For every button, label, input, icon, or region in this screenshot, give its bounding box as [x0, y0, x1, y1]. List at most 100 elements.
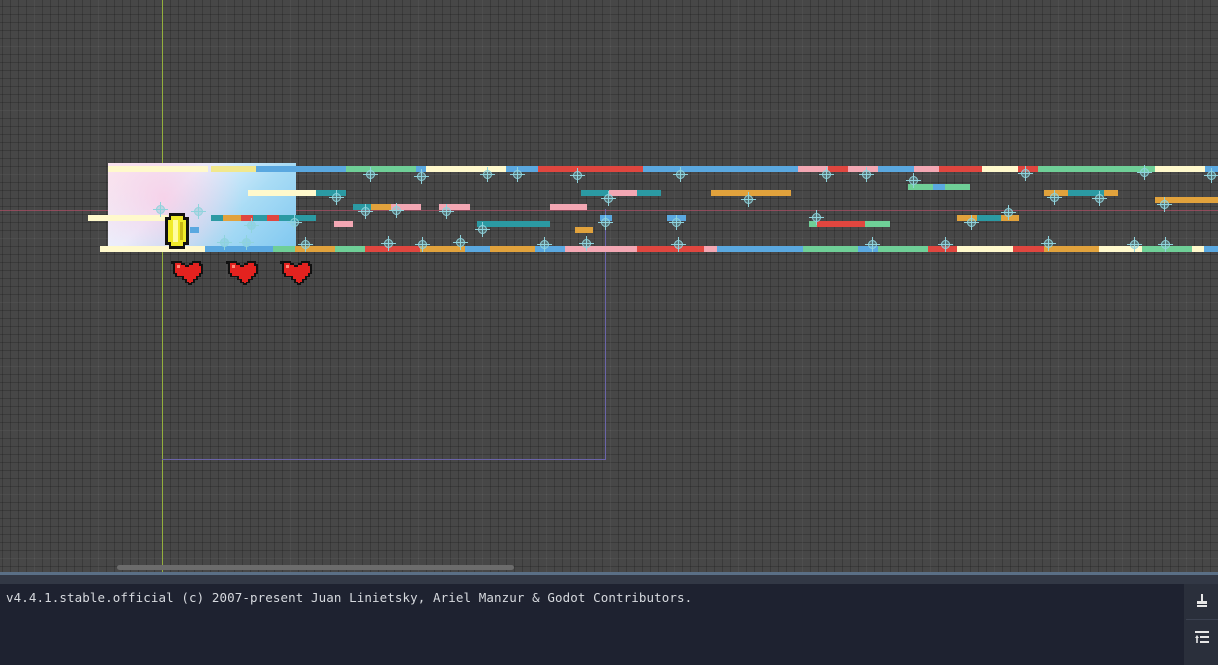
node-position-marker[interactable]	[579, 236, 594, 251]
platform-tile[interactable]	[828, 166, 848, 172]
node-position-marker[interactable]	[191, 204, 206, 219]
platform-tile[interactable]	[365, 246, 420, 252]
node-position-marker[interactable]	[741, 192, 756, 207]
node-position-marker[interactable]	[964, 215, 979, 230]
node-position-marker[interactable]	[859, 167, 874, 182]
clear-output-button[interactable]	[1186, 584, 1218, 618]
node-position-marker[interactable]	[865, 237, 880, 252]
platform-tile[interactable]	[550, 204, 587, 210]
platform-tile[interactable]	[223, 215, 241, 221]
platform-tile[interactable]	[316, 190, 346, 196]
node-position-marker[interactable]	[1092, 191, 1107, 206]
node-position-marker[interactable]	[598, 215, 613, 230]
platform-tile[interactable]	[817, 221, 865, 227]
node-position-marker[interactable]	[1157, 197, 1172, 212]
platform-tile[interactable]	[273, 246, 295, 252]
node-position-marker[interactable]	[1137, 165, 1152, 180]
platform-tile[interactable]	[205, 246, 273, 252]
canvas-viewport[interactable]	[0, 0, 1218, 572]
platform-tile[interactable]	[565, 246, 637, 252]
platform-tile[interactable]	[535, 246, 565, 252]
platform-tile[interactable]	[1104, 190, 1118, 196]
platform-tile[interactable]	[267, 215, 279, 221]
platform-tile[interactable]	[506, 166, 538, 172]
node-position-marker[interactable]	[329, 190, 344, 205]
platform-tile[interactable]	[609, 190, 637, 196]
platform-tile[interactable]	[878, 246, 928, 252]
platform-tile[interactable]	[982, 166, 1018, 172]
filter-messages-button[interactable]	[1186, 619, 1218, 654]
platform-tile[interactable]	[1044, 246, 1099, 252]
platform-tile[interactable]	[346, 166, 416, 172]
platform-tile[interactable]	[637, 190, 661, 196]
platform-tile[interactable]	[538, 166, 643, 172]
platform-tile[interactable]	[1013, 246, 1044, 252]
node-position-marker[interactable]	[415, 237, 430, 252]
background-sprite[interactable]	[108, 163, 296, 252]
node-position-marker[interactable]	[1001, 205, 1016, 220]
node-position-marker[interactable]	[809, 210, 824, 225]
platform-tile[interactable]	[477, 221, 550, 227]
platform-tile[interactable]	[190, 227, 199, 233]
node-position-marker[interactable]	[381, 236, 396, 251]
platform-tile[interactable]	[945, 184, 970, 190]
node-position-marker[interactable]	[475, 222, 490, 237]
node-position-marker[interactable]	[938, 237, 953, 252]
node-position-marker[interactable]	[669, 215, 684, 230]
platform-tile[interactable]	[1155, 166, 1205, 172]
node-position-marker[interactable]	[1127, 237, 1142, 252]
node-position-marker[interactable]	[1158, 237, 1173, 252]
node-position-marker[interactable]	[537, 237, 552, 252]
node-position-marker[interactable]	[480, 167, 495, 182]
platform-tile[interactable]	[88, 215, 168, 221]
platform-tile[interactable]	[933, 184, 945, 190]
platform-tile[interactable]	[1192, 246, 1204, 252]
node-position-marker[interactable]	[217, 235, 232, 250]
platform-tile[interactable]	[253, 215, 267, 221]
node-position-marker[interactable]	[298, 237, 313, 252]
node-position-marker[interactable]	[570, 168, 585, 183]
node-position-marker[interactable]	[239, 235, 254, 250]
platform-tile[interactable]	[977, 215, 1001, 221]
platform-tile[interactable]	[335, 246, 365, 252]
platform-tile[interactable]	[211, 215, 223, 221]
platform-tile[interactable]	[490, 246, 535, 252]
platform-tile[interactable]	[914, 166, 939, 172]
node-position-marker[interactable]	[906, 173, 921, 188]
node-position-marker[interactable]	[1041, 236, 1056, 251]
node-position-marker[interactable]	[510, 167, 525, 182]
node-position-marker[interactable]	[1204, 168, 1218, 183]
platform-tile[interactable]	[465, 246, 490, 252]
platform-tile[interactable]	[643, 166, 798, 172]
node-position-marker[interactable]	[453, 235, 468, 250]
platform-tile[interactable]	[426, 166, 506, 172]
node-position-marker[interactable]	[363, 167, 378, 182]
platform-tile[interactable]	[371, 204, 391, 210]
platform-tile[interactable]	[1204, 246, 1218, 252]
platform-tile[interactable]	[334, 221, 353, 227]
node-position-marker[interactable]	[1018, 166, 1033, 181]
coin-sprite[interactable]	[163, 213, 191, 249]
platform-tile[interactable]	[256, 166, 346, 172]
platform-tile[interactable]	[420, 246, 465, 252]
node-position-marker[interactable]	[439, 204, 454, 219]
platform-tile[interactable]	[1038, 166, 1140, 172]
node-position-marker[interactable]	[244, 218, 259, 233]
platform-tile[interactable]	[878, 166, 914, 172]
node-position-marker[interactable]	[1047, 190, 1062, 205]
platform-tile[interactable]	[637, 246, 704, 252]
node-position-marker[interactable]	[601, 191, 616, 206]
node-position-marker[interactable]	[819, 167, 834, 182]
node-position-marker[interactable]	[673, 167, 688, 182]
platform-tile[interactable]	[939, 166, 982, 172]
node-position-marker[interactable]	[358, 204, 373, 219]
platform-tile[interactable]	[717, 246, 803, 252]
node-position-marker[interactable]	[414, 169, 429, 184]
platform-tile[interactable]	[803, 246, 858, 252]
scrollbar-thumb[interactable]	[117, 565, 514, 570]
node-position-marker[interactable]	[287, 215, 302, 230]
node-position-marker[interactable]	[671, 237, 686, 252]
platform-tile[interactable]	[108, 166, 208, 172]
platform-tile[interactable]	[575, 227, 593, 233]
platform-tile[interactable]	[957, 246, 1013, 252]
